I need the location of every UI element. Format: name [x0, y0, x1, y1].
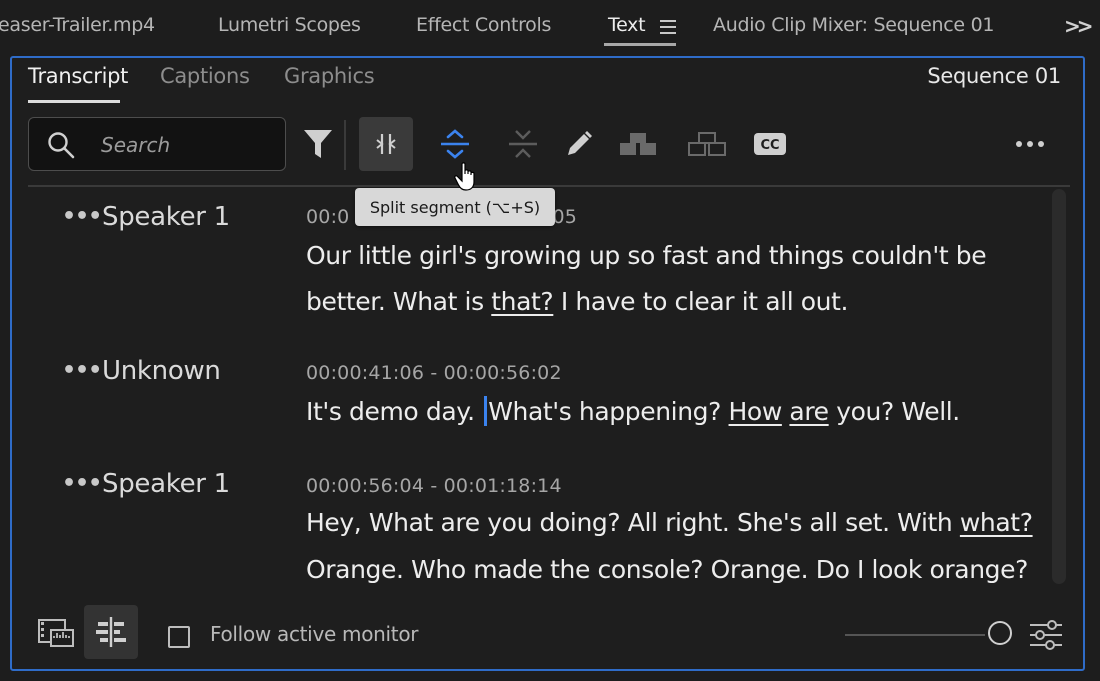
- active-tab-underline: [604, 43, 676, 46]
- collapse-icon: [509, 130, 537, 158]
- transcript-text: Hey, What are you doing? All right. She'…: [306, 508, 960, 537]
- follow-active-monitor-checkbox[interactable]: [168, 626, 190, 648]
- segment-timecode: 00:00:41:06 - 00:00:56:02: [306, 362, 562, 384]
- merge-segments-icon: [376, 134, 396, 154]
- transcript-scrollbar[interactable]: [1052, 189, 1066, 584]
- tab-transcript[interactable]: Transcript: [28, 64, 128, 88]
- transcript-text: better. What is: [306, 287, 492, 316]
- segment-text-line[interactable]: Our little girl's growing up so fast and…: [306, 241, 987, 270]
- speakers-alt-icon: [688, 132, 726, 156]
- speakers-button[interactable]: [614, 120, 662, 168]
- toolbar-divider: [28, 185, 1070, 187]
- more-button[interactable]: [1006, 120, 1054, 168]
- speaker-label[interactable]: Speaker 1: [102, 469, 230, 499]
- more-icon: [1016, 141, 1044, 147]
- settings-sliders-icon[interactable]: [1028, 619, 1064, 651]
- filter-icon: [304, 130, 332, 158]
- segment-menu-icon[interactable]: •••: [62, 204, 102, 229]
- timeline-sync-button[interactable]: [84, 605, 138, 659]
- subtab-bar: Transcript Captions Graphics Sequence 01: [12, 58, 1083, 108]
- panel-tab-text[interactable]: Text: [608, 14, 646, 36]
- segment-text-line[interactable]: It's demo day. What's happening? How are…: [306, 396, 960, 426]
- panel-overflow-icon[interactable]: >>: [1064, 14, 1093, 38]
- flagged-word: How: [728, 397, 783, 426]
- edit-button[interactable]: [555, 120, 603, 168]
- panel-tab-bar: easer-Trailer.mp4 Lumetri Scopes Effect …: [0, 0, 1100, 56]
- collapse-button[interactable]: [499, 120, 547, 168]
- text-size-slider-track[interactable]: [845, 634, 985, 636]
- speaker-label[interactable]: Unknown: [102, 356, 221, 386]
- toolbar-separator: [344, 120, 346, 170]
- svg-text:CC: CC: [760, 138, 779, 153]
- tab-graphics[interactable]: Graphics: [284, 64, 375, 88]
- cc-icon: CC: [754, 133, 786, 155]
- filter-button[interactable]: [294, 120, 342, 168]
- flagged-word: what?: [959, 508, 1033, 537]
- transcript-text: you? Well.: [828, 397, 960, 426]
- panel-tab-lumetri-scopes[interactable]: Lumetri Scopes: [218, 14, 361, 36]
- speaker-label[interactable]: Speaker 1: [102, 202, 230, 232]
- sequence-label: Sequence 01: [927, 64, 1061, 88]
- panel-menu-icon[interactable]: [660, 20, 676, 34]
- text-panel: Transcript Captions Graphics Sequence 01: [10, 56, 1085, 671]
- segment-menu-icon[interactable]: •••: [62, 358, 102, 383]
- segment-text-line[interactable]: better. What is that? I have to clear it…: [306, 287, 848, 316]
- split-segment-tooltip: Split segment (⌥+S): [355, 188, 555, 226]
- film-audio-icon: [38, 619, 74, 647]
- hand-cursor-icon: [454, 162, 475, 191]
- transcript-text: Our little girl's growing up so fast and…: [306, 241, 987, 270]
- flagged-word: are: [789, 397, 829, 426]
- segment-text-line[interactable]: Orange. Who made the console? Orange. Do…: [306, 555, 1028, 584]
- tab-captions[interactable]: Captions: [160, 64, 250, 88]
- split-segment-icon: [441, 129, 469, 159]
- transcript-text: Orange. Who made the console? Orange. Do…: [306, 555, 1028, 584]
- captions-button[interactable]: CC: [746, 120, 794, 168]
- timeline-sync-icon: [96, 617, 126, 647]
- subtab-underline: [28, 100, 120, 103]
- search-input[interactable]: [99, 129, 273, 161]
- edit-pencil-icon: [568, 131, 592, 155]
- panel-tab-effect-controls[interactable]: Effect Controls: [416, 14, 551, 36]
- transcript-text: It's demo day.: [306, 397, 483, 426]
- segment-timecode: 00:00:56:04 - 00:01:18:14: [306, 475, 562, 497]
- source-monitor-button[interactable]: [32, 608, 80, 656]
- search-box[interactable]: [28, 117, 286, 171]
- segment-text-line[interactable]: Hey, What are you doing? All right. She'…: [306, 508, 1033, 537]
- speakers-alt-button[interactable]: [683, 120, 731, 168]
- merge-segments-button[interactable]: [359, 117, 413, 171]
- segment-menu-icon[interactable]: •••: [62, 471, 102, 496]
- flagged-word: that?: [491, 287, 554, 316]
- text-size-slider-knob[interactable]: [988, 621, 1012, 645]
- search-icon: [48, 132, 75, 159]
- transcript-text: What's happening?: [488, 397, 729, 426]
- split-segment-button[interactable]: [431, 120, 479, 168]
- panel-tab-audio-clip-mixer[interactable]: Audio Clip Mixer: Sequence 01: [713, 14, 994, 36]
- speakers-icon: [620, 133, 656, 155]
- follow-active-monitor-label: Follow active monitor: [210, 622, 419, 646]
- text-caret: [484, 396, 488, 426]
- panel-tab-video[interactable]: easer-Trailer.mp4: [0, 14, 155, 36]
- transcript-text: I have to clear it all out.: [553, 287, 849, 316]
